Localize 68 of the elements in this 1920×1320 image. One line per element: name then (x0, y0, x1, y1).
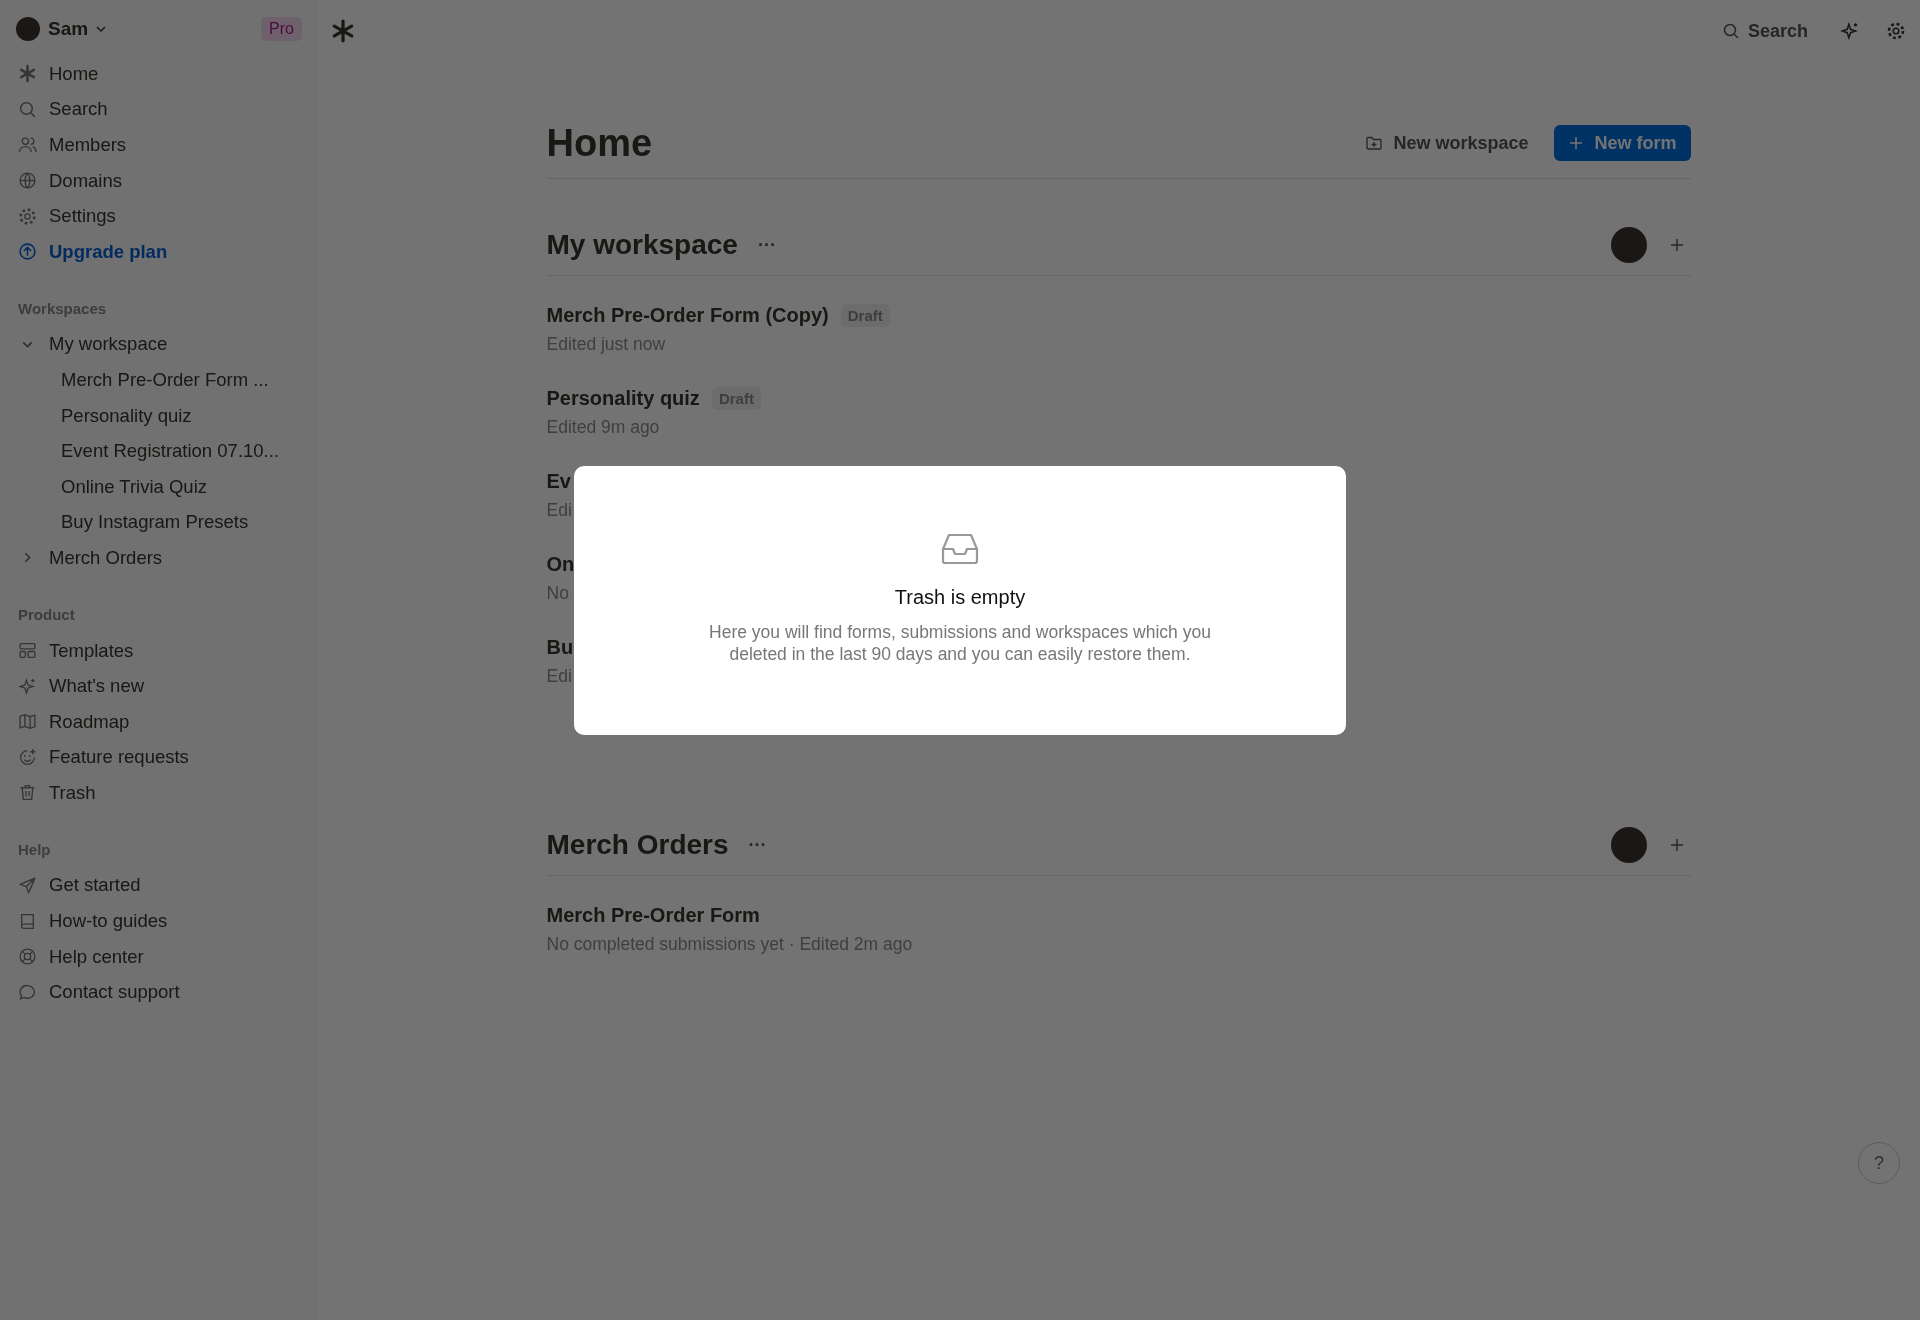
sidebar-item[interactable]: What's new (14, 668, 302, 704)
new-workspace-button[interactable]: New workspace (1351, 125, 1543, 161)
sidebar-item[interactable]: Search (14, 91, 302, 128)
settings-icon (18, 206, 37, 226)
search-button[interactable]: Search (1715, 19, 1814, 43)
more-button[interactable]: ··· (746, 834, 769, 856)
sidebar-item[interactable]: Home (14, 56, 302, 92)
help-button[interactable]: ? (1858, 1142, 1900, 1184)
sparkle-icon[interactable] (1840, 21, 1860, 41)
form-title-link[interactable]: Personality quiz (546, 386, 700, 410)
search-icon (1721, 22, 1740, 40)
settings-icon[interactable] (1886, 21, 1906, 41)
sidebar-item[interactable]: Members (14, 127, 302, 163)
sidebar-item[interactable]: How-to guides (14, 903, 302, 939)
send-icon (18, 876, 37, 895)
more-button[interactable]: ··· (755, 234, 778, 256)
workspace-item[interactable]: Merch Orders (14, 540, 302, 576)
form-item[interactable]: Personality quiz (14, 397, 302, 434)
add-icon[interactable] (1668, 237, 1685, 253)
sidebar-item[interactable]: Upgrade plan (14, 233, 302, 270)
upgrade-icon (18, 242, 37, 262)
workspace-title: Merch Orders (546, 829, 729, 861)
modal-text: Here you will find forms, submissions and workspaces which you deleted in the last 90 days and you can easily restore them. (708, 621, 1212, 665)
sidebar-item[interactable]: Roadmap (14, 703, 302, 740)
account-menu[interactable]: Sam (48, 18, 109, 40)
sidebar-item[interactable]: Templates (14, 632, 302, 669)
sidebar-item[interactable]: Domains (14, 162, 302, 199)
sidebar-item[interactable]: Help center (14, 938, 302, 975)
folder-plus-icon (1365, 134, 1384, 152)
form-item[interactable]: Merch Pre-Order Form ... (14, 362, 302, 398)
page-title: Home (546, 121, 653, 165)
sidebar-item[interactable]: Contact support (14, 974, 302, 1011)
map-icon (18, 712, 37, 732)
form-title-link[interactable]: On (546, 552, 575, 576)
form-item[interactable]: Online Trivia Quiz (14, 468, 302, 505)
trash-icon (18, 783, 37, 803)
workspace-item[interactable]: My workspace (14, 326, 302, 363)
form-item[interactable]: Event Registration 07.10... (14, 433, 302, 469)
inbox-icon (940, 532, 980, 566)
sidebar-item[interactable]: Settings (14, 198, 302, 234)
sidebar-item[interactable]: Feature requests (14, 739, 302, 776)
globe-icon (18, 171, 37, 191)
form-title-link[interactable]: Merch Pre-Order Form (546, 903, 760, 927)
home-icon (18, 64, 37, 84)
plus-icon (1568, 135, 1585, 151)
search-icon (18, 99, 37, 119)
sidebar-item[interactable]: Get started (14, 867, 302, 904)
modal-title: Trash is empty (894, 586, 1026, 609)
sidebar-item[interactable]: Trash (14, 775, 302, 811)
templates-icon (18, 641, 37, 660)
add-icon[interactable] (1668, 837, 1685, 853)
workspace-title: My workspace (546, 229, 738, 261)
form-item[interactable]: Buy Instagram Presets (14, 504, 302, 541)
avatar (1610, 227, 1647, 263)
form-title-link[interactable]: Bu (546, 635, 574, 659)
chat-bubble-icon (18, 982, 37, 1002)
asterisk-logo-icon[interactable] (331, 19, 355, 43)
members-icon (18, 135, 37, 155)
book-icon (18, 911, 37, 931)
sparkle-icon (18, 676, 37, 696)
lifebuoy-icon (18, 947, 37, 967)
smiley-icon (18, 747, 37, 767)
form-title-link[interactable]: Merch Pre-Order Form (Copy) (546, 303, 829, 327)
form-title-link[interactable]: Ev (546, 469, 571, 493)
avatar (1610, 827, 1647, 863)
plan-badge: Pro (261, 17, 302, 41)
new-form-button[interactable]: New form (1554, 125, 1691, 161)
avatar (16, 17, 40, 41)
